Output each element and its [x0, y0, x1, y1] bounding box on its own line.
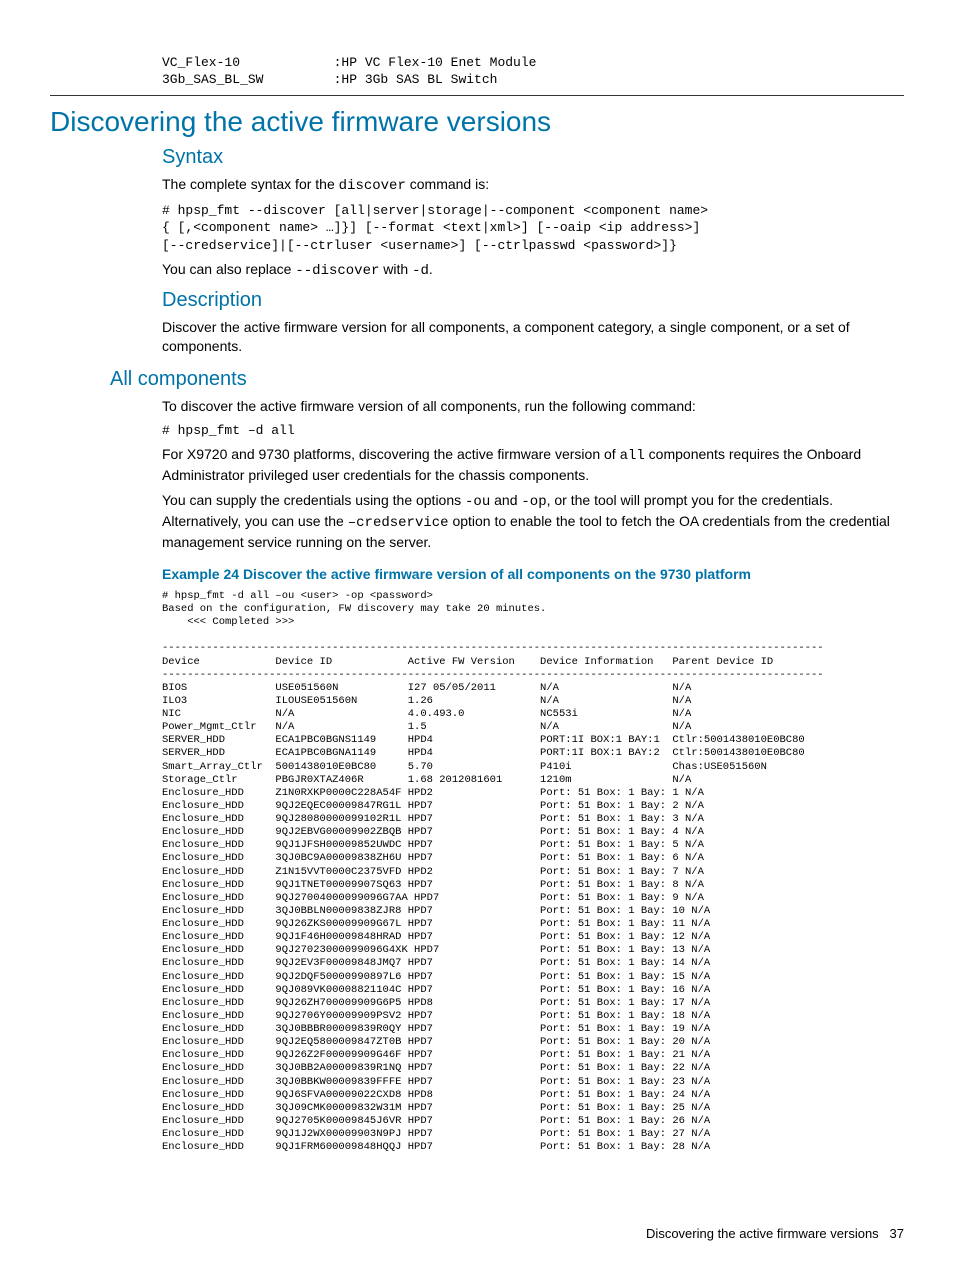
- example-output: # hpsp_fmt -d all –ou <user> -op <passwo…: [162, 590, 904, 1154]
- text: For X9720 and 9730 platforms, discoverin…: [162, 446, 620, 462]
- example-title: Example 24 Discover the active firmware …: [162, 566, 904, 582]
- page-footer: Discovering the active firmware versions…: [646, 1226, 904, 1241]
- horizontal-rule: [50, 95, 904, 96]
- document-page: VC_Flex-10 :HP VC Flex-10 Enet Module 3G…: [0, 0, 954, 1271]
- text: You can supply the credentials using the…: [162, 492, 465, 508]
- syntax-intro: The complete syntax for the discover com…: [162, 175, 904, 196]
- text: The complete syntax for the: [162, 176, 339, 192]
- code-inline: -d: [412, 263, 429, 279]
- page-number: 37: [890, 1226, 904, 1241]
- text: You can also replace: [162, 261, 295, 277]
- text: with: [379, 261, 412, 277]
- code-inline: –credservice: [348, 515, 449, 531]
- page-title: Discovering the active firmware versions: [50, 106, 904, 138]
- code-inline: --discover: [295, 263, 379, 279]
- syntax-heading: Syntax: [162, 146, 904, 169]
- allcomp-p3: You can supply the credentials using the…: [162, 491, 904, 552]
- syntax-note: You can also replace --discover with -d.: [162, 260, 904, 281]
- description-heading: Description: [162, 289, 904, 312]
- code-inline: all: [620, 448, 645, 464]
- code-inline: -op: [521, 494, 546, 510]
- text: and: [490, 492, 521, 508]
- text: command is:: [406, 176, 489, 192]
- allcomp-cmd: # hpsp_fmt –d all: [162, 422, 904, 440]
- text: .: [429, 261, 433, 277]
- description-text: Discover the active firmware version for…: [162, 318, 904, 356]
- footer-text: Discovering the active firmware versions: [646, 1226, 879, 1241]
- code-inline: -ou: [465, 494, 490, 510]
- top-code-block: VC_Flex-10 :HP VC Flex-10 Enet Module 3G…: [50, 55, 904, 89]
- allcomp-p2: For X9720 and 9730 platforms, discoverin…: [162, 445, 904, 485]
- code-inline: discover: [339, 178, 406, 194]
- allcomp-p1: To discover the active firmware version …: [162, 397, 904, 416]
- all-components-heading: All components: [110, 368, 904, 391]
- syntax-code: # hpsp_fmt --discover [all|server|storag…: [162, 202, 904, 255]
